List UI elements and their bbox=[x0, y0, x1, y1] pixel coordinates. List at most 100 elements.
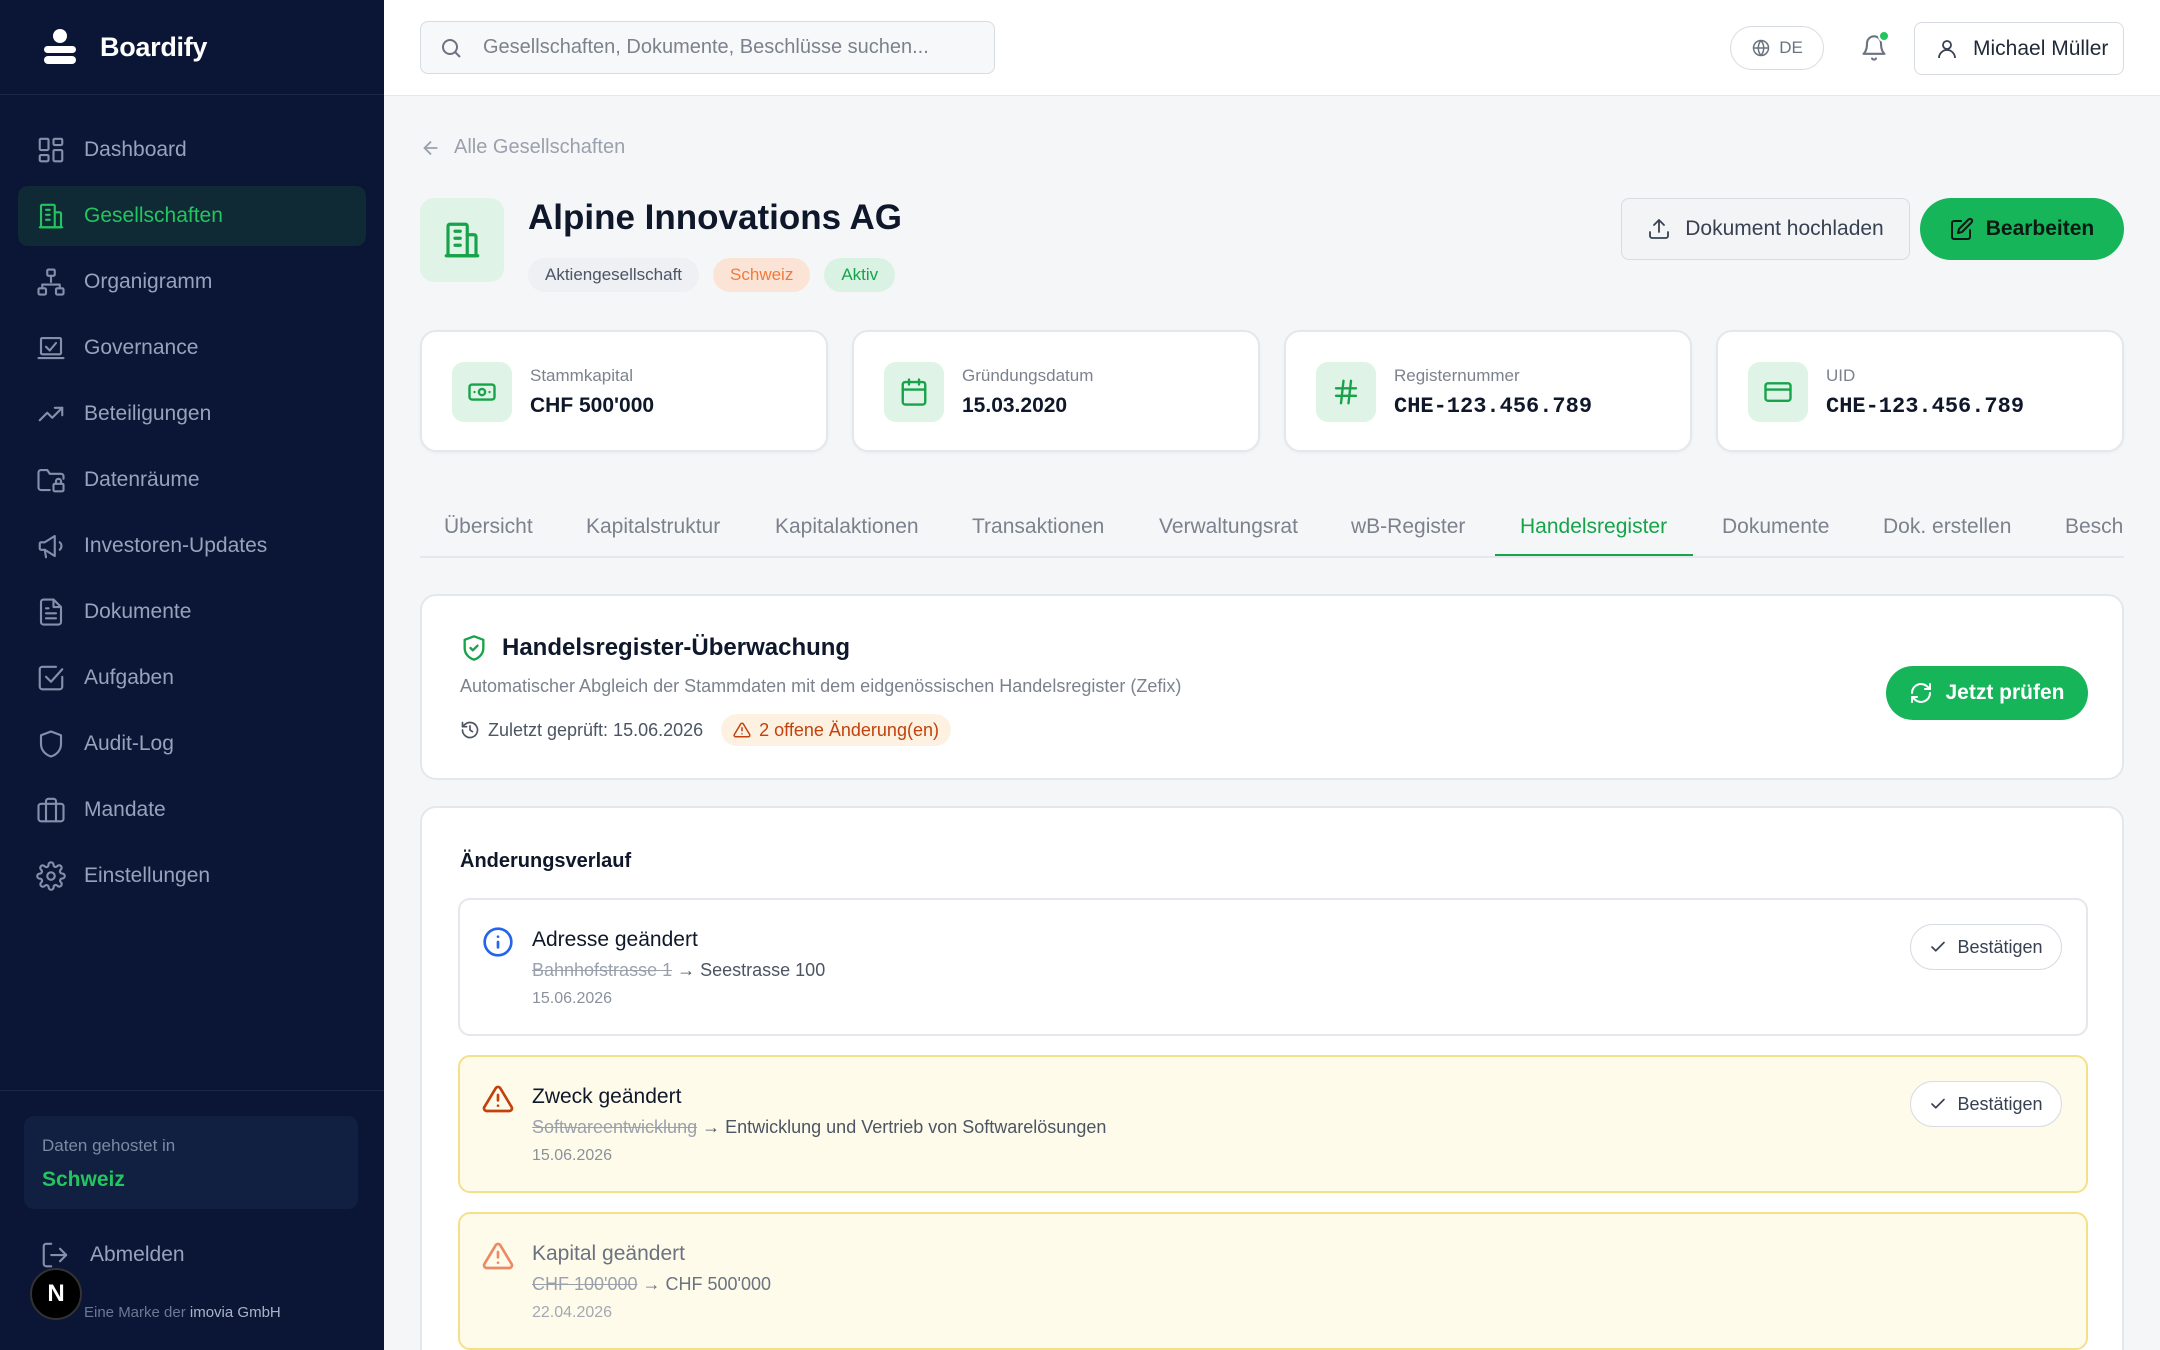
monitor-title: Handelsregister-Überwachung bbox=[460, 634, 850, 662]
tab-kapitalstruktur[interactable]: Kapitalstruktur bbox=[586, 496, 720, 556]
hosting-info: Daten gehostet in Schweiz bbox=[24, 1116, 358, 1209]
shield-check-icon bbox=[463, 635, 485, 661]
active-tab-indicator bbox=[1495, 554, 1693, 556]
new-value: Entwicklung und Vertrieb von Softwarelös… bbox=[725, 1117, 1107, 1137]
change-diff: Bahnhofstrasse 1 → Seestrasse 100 bbox=[532, 960, 825, 981]
sidebar-item-investoren-updates[interactable]: Investoren-Updates bbox=[18, 516, 366, 576]
edit-button[interactable]: Bearbeiten bbox=[1920, 198, 2124, 260]
shield-icon bbox=[39, 730, 63, 758]
check-now-button[interactable]: Jetzt prüfen bbox=[1886, 666, 2088, 720]
user-name: Michael Müller bbox=[1973, 36, 2109, 60]
old-value: Softwareentwicklung bbox=[532, 1117, 698, 1137]
tab-kapitalaktionen[interactable]: Kapitalaktionen bbox=[775, 496, 919, 556]
document-icon bbox=[39, 598, 63, 626]
arrow-left-icon bbox=[423, 140, 438, 155]
history-icon bbox=[461, 721, 479, 739]
language-switcher[interactable]: DE bbox=[1730, 26, 1824, 70]
sidebar-item-gesellschaften[interactable]: Gesellschaften bbox=[18, 186, 366, 246]
footer-note: Eine Marke der imovia GmbH bbox=[84, 1304, 281, 1321]
monitor-subtitle: Automatischer Abgleich der Stammdaten mi… bbox=[460, 676, 1182, 696]
sidebar-item-organigramm[interactable]: Organigramm bbox=[18, 252, 366, 312]
hash-icon bbox=[1316, 362, 1376, 422]
brand[interactable]: Boardify bbox=[0, 0, 384, 95]
diff-arrow: → bbox=[677, 960, 696, 980]
calendar-icon bbox=[884, 362, 944, 422]
sidebar-divider bbox=[0, 1090, 384, 1091]
sidebar-item-label: Governance bbox=[84, 336, 199, 359]
info-icon bbox=[482, 926, 514, 958]
tab-verwaltungsrat[interactable]: Verwaltungsrat bbox=[1159, 496, 1298, 556]
gear-icon bbox=[36, 861, 66, 891]
hosting-label: Daten gehostet in bbox=[42, 1136, 176, 1155]
hash-icon-svg bbox=[1334, 379, 1358, 405]
change-history-panel: Änderungsverlauf Adresse geändert Bahnho… bbox=[420, 806, 2124, 1350]
topbar: DE Michael Müller bbox=[384, 0, 2160, 96]
edit-icon bbox=[1950, 217, 1973, 240]
footer-prefix: Eine Marke der bbox=[84, 1304, 186, 1321]
stat-label: Gründungsdatum bbox=[962, 366, 1094, 385]
sidebar-item-beteiligungen[interactable]: Beteiligungen bbox=[18, 384, 366, 444]
change-date: 22.04.2026 bbox=[532, 1304, 613, 1321]
brand-name: Boardify bbox=[100, 31, 208, 62]
upload-label: Dokument hochladen bbox=[1685, 217, 1884, 240]
search-input[interactable] bbox=[483, 36, 963, 59]
tab-transaktionen[interactable]: Transaktionen bbox=[972, 496, 1104, 556]
history-title: Änderungsverlauf bbox=[460, 850, 632, 872]
sidebar-item-aufgaben[interactable]: Aufgaben bbox=[18, 648, 366, 708]
tab-uebersicht[interactable]: Übersicht bbox=[444, 496, 533, 556]
sidebar: Boardify Dashboard Gesellschaften Organi… bbox=[0, 0, 384, 1350]
tab-dok-erstellen[interactable]: Dok. erstellen bbox=[1883, 496, 2011, 556]
diff-arrow: → bbox=[642, 1274, 661, 1294]
change-diff: Softwareentwicklung → Entwicklung und Ve… bbox=[532, 1117, 1106, 1138]
sidebar-item-datenraeume[interactable]: Datenräume bbox=[18, 450, 366, 510]
sidebar-item-mandate[interactable]: Mandate bbox=[18, 780, 366, 840]
brand-logo-icon bbox=[44, 29, 76, 64]
tab-handelsregister[interactable]: Handelsregister bbox=[1520, 496, 1667, 556]
change-title: Zweck geändert bbox=[532, 1085, 682, 1108]
stat-card-gruendungsdatum: Gründungsdatum 15.03.2020 bbox=[852, 330, 1260, 452]
status-badge: Aktiv bbox=[824, 258, 896, 292]
tab-beschluesse[interactable]: Besch bbox=[2065, 496, 2123, 556]
briefcase-icon bbox=[37, 797, 65, 823]
notifications-button[interactable] bbox=[1854, 28, 1894, 68]
warning-icon bbox=[482, 1083, 514, 1115]
change-item: Adresse geändert Bahnhofstrasse 1 → Sees… bbox=[458, 898, 2088, 1036]
sidebar-item-label: Investoren-Updates bbox=[84, 534, 268, 557]
stat-card-registernummer: Registernummer CHE-123.456.789 bbox=[1284, 330, 1692, 452]
sidebar-item-label: Beteiligungen bbox=[84, 402, 212, 425]
folder-lock-icon bbox=[37, 468, 65, 493]
change-title: Adresse geändert bbox=[532, 928, 698, 951]
change-date: 15.06.2026 bbox=[532, 1147, 613, 1164]
sidebar-item-dokumente[interactable]: Dokumente bbox=[18, 582, 366, 642]
back-link[interactable]: Alle Gesellschaften bbox=[420, 136, 625, 159]
megaphone-icon bbox=[38, 534, 63, 559]
tab-wb-register[interactable]: wB-Register bbox=[1351, 496, 1465, 556]
upload-document-button[interactable]: Dokument hochladen bbox=[1621, 198, 1910, 260]
sidebar-item-dashboard[interactable]: Dashboard bbox=[18, 120, 366, 180]
calendar-icon-svg bbox=[901, 378, 927, 406]
confirm-label: Bestätigen bbox=[1957, 1093, 2043, 1114]
last-checked: Zuletzt geprüft: 15.06.2026 bbox=[488, 719, 704, 740]
sidebar-item-label: Einstellungen bbox=[84, 864, 211, 887]
confirm-button[interactable]: Bestätigen bbox=[1910, 1081, 2062, 1127]
confirm-label: Bestätigen bbox=[1957, 936, 2043, 957]
legal-form-badge: Aktiengesellschaft bbox=[528, 258, 700, 292]
change-item: Zweck geändert Softwareentwicklung → Ent… bbox=[458, 1055, 2088, 1193]
stat-value: 15.03.2020 bbox=[962, 394, 1068, 417]
logout-label: Abmelden bbox=[90, 1243, 185, 1266]
stat-card-stammkapital: Stammkapital CHF 500'000 bbox=[420, 330, 828, 452]
user-menu-button[interactable]: Michael Müller bbox=[1914, 22, 2124, 75]
governance-icon bbox=[37, 336, 65, 360]
change-diff: CHF 100'000 → CHF 500'000 bbox=[532, 1274, 771, 1295]
page-title: Alpine Innovations AG bbox=[528, 198, 902, 237]
sidebar-item-audit-log[interactable]: Audit-Log bbox=[18, 714, 366, 774]
search-box[interactable] bbox=[420, 21, 995, 74]
dev-badge[interactable]: N bbox=[30, 1268, 82, 1320]
tab-dokumente[interactable]: Dokumente bbox=[1722, 496, 1829, 556]
old-value: Bahnhofstrasse 1 bbox=[532, 960, 673, 980]
stat-label: UID bbox=[1826, 366, 1856, 385]
sidebar-item-governance[interactable]: Governance bbox=[18, 318, 366, 378]
logout-button[interactable]: Abmelden bbox=[40, 1240, 185, 1270]
confirm-button[interactable]: Bestätigen bbox=[1910, 924, 2062, 970]
sidebar-item-einstellungen[interactable]: Einstellungen bbox=[18, 846, 366, 906]
